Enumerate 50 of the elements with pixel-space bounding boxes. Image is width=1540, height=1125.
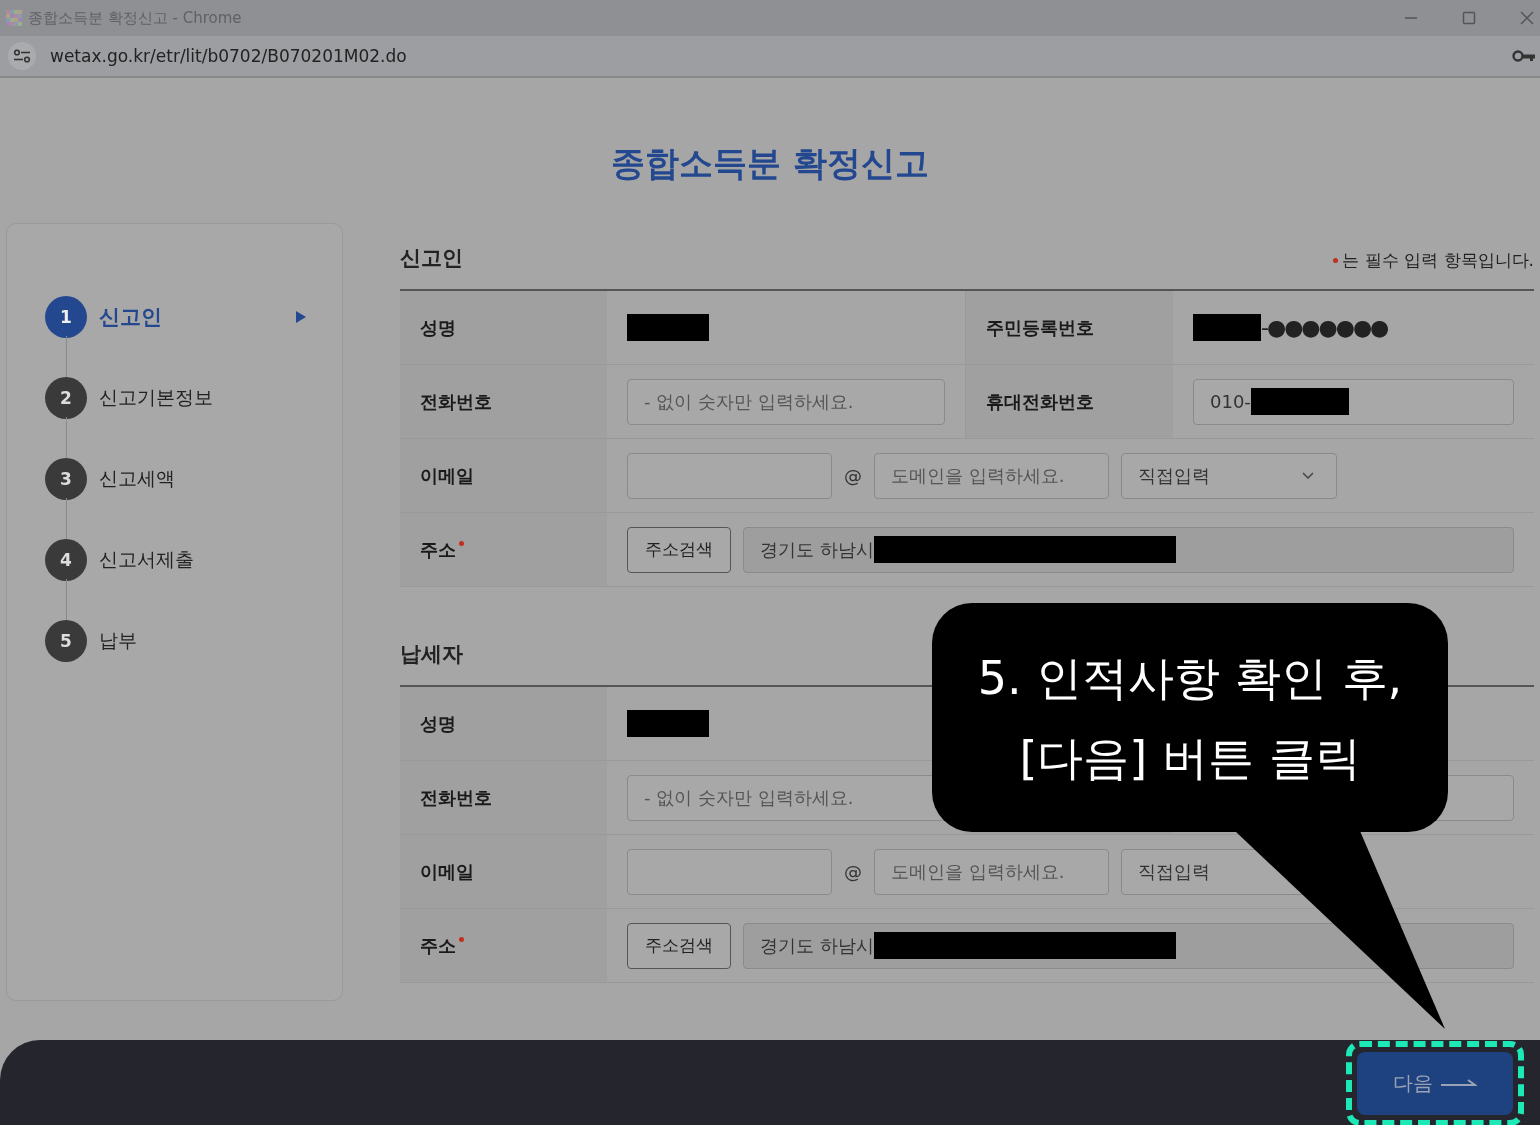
domain-input[interactable]: 도메인을 입력하세요. [874, 848, 1109, 895]
step-number: 3 [45, 457, 87, 500]
step-item[interactable]: 신고서제출 [99, 546, 194, 573]
mobile-input[interactable]: 010- [1193, 378, 1514, 425]
address-field: 경기도 하남시 [743, 526, 1514, 573]
close-icon[interactable] [1520, 11, 1534, 25]
field-label: 주소 [420, 933, 456, 958]
field-label: 이메일 [420, 859, 474, 884]
field-label: 전화번호 [420, 389, 492, 414]
phone-input[interactable]: - 없이 숫자만 입력하세요. [627, 774, 945, 821]
triangle-right-icon [296, 310, 306, 323]
domain-input[interactable]: 도메인을 입력하세요. [874, 452, 1109, 499]
step-number: 1 [45, 295, 87, 338]
address-field: 경기도 하남시 [743, 922, 1514, 969]
step-number: 2 [45, 376, 87, 419]
required-dot [1333, 258, 1339, 263]
at-sign: @ [844, 861, 862, 882]
step-item[interactable]: 신고인 [99, 302, 162, 331]
callout-text: [다음] 버튼 클릭 [1019, 732, 1361, 783]
field-label: 전화번호 [420, 785, 492, 810]
site-favicon-icon [6, 10, 22, 26]
phone-input[interactable]: - 없이 숫자만 입력하세요. [627, 378, 945, 425]
email-id-input[interactable] [627, 848, 832, 895]
site-settings-icon[interactable] [8, 42, 36, 70]
page-title: 종합소득분 확정신고 [610, 142, 930, 185]
field-label: 주소 [420, 537, 456, 562]
key-icon[interactable] [1512, 49, 1536, 63]
maximize-icon[interactable] [1462, 11, 1476, 25]
domain-select[interactable]: 직접입력 [1121, 452, 1337, 499]
section-title: 납세자 [400, 641, 463, 668]
field-label: 휴대전화번호 [986, 389, 1094, 414]
at-sign: @ [844, 465, 862, 486]
email-id-input[interactable] [627, 452, 832, 499]
required-note: 는 필수 입력 항목입니다. [1342, 249, 1534, 272]
field-label: 주민등록번호 [986, 315, 1094, 340]
address-search-button[interactable]: 주소검색 [627, 922, 731, 969]
step-item[interactable]: 신고기본정보 [99, 384, 213, 411]
url-text[interactable]: wetax.go.kr/etr/lit/b0702/B070201M02.do [50, 46, 407, 66]
field-label: 성명 [420, 315, 456, 340]
next-button[interactable]: 다음 [1357, 1052, 1513, 1115]
step-item[interactable]: 납부 [99, 627, 137, 654]
callout-text: 5. 인적사항 확인 후, [977, 652, 1403, 703]
field-label: 이메일 [420, 463, 474, 488]
step-item[interactable]: 신고세액 [99, 465, 175, 492]
step-number: 4 [45, 538, 87, 581]
section-title: 신고인 [400, 245, 463, 272]
field-label: 성명 [420, 711, 456, 736]
step-number: 5 [45, 619, 87, 662]
masked-number: -●●●●●●● [1261, 315, 1388, 340]
address-search-button[interactable]: 주소검색 [627, 526, 731, 573]
